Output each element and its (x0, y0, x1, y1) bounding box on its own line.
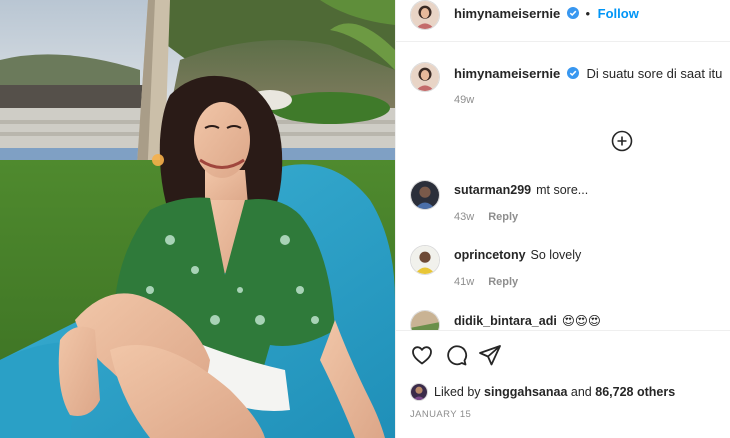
caption-age: 49w (454, 94, 475, 106)
likes-and: and (570, 385, 592, 399)
comment-username[interactable]: didik_bintara_adi (454, 314, 557, 328)
caption-line: himynameisernie Di suatu sore di saat it… (454, 66, 722, 81)
liker-username[interactable]: singgahsanaa (484, 385, 567, 399)
comment-text: 😍😍😍 (561, 314, 601, 328)
comment-username[interactable]: oprincetony (454, 248, 526, 262)
comment-age: 43w (454, 211, 475, 223)
author-avatar[interactable] (410, 0, 440, 30)
caption-author-avatar[interactable] (410, 62, 440, 92)
likes-prefix: Liked by (434, 385, 481, 399)
post-caption: himynameisernie Di suatu sore di saat it… (396, 62, 730, 106)
plus-circle-icon[interactable] (611, 130, 633, 152)
comment-item: didik_bintara_adi 😍😍😍 (396, 310, 730, 330)
comment-line: oprincetony So lovely (454, 248, 581, 262)
verified-badge-icon (566, 67, 579, 79)
comment-username[interactable]: sutarman299 (454, 183, 531, 197)
comment-item: oprincetony So lovely 41w Reply (396, 245, 730, 295)
liker-avatar[interactable] (410, 383, 428, 401)
comment-meta: 43w Reply (454, 211, 518, 223)
section-divider (396, 330, 730, 331)
comment-meta: 41w Reply (454, 276, 518, 288)
comment-item: sutarman299 mt sore... 43w Reply (396, 180, 730, 230)
follow-button[interactable]: Follow (598, 6, 639, 21)
post-sidebar: himynameisernie • Follow himynameisernie… (395, 0, 730, 438)
header-line: himynameisernie • Follow (454, 6, 639, 21)
post-photo[interactable] (0, 0, 395, 438)
caption-username[interactable]: himynameisernie (454, 66, 560, 81)
commenter-avatar[interactable] (410, 310, 440, 330)
comment-line: didik_bintara_adi 😍😍😍 (454, 313, 601, 328)
comment-text: So lovely (530, 248, 582, 262)
author-username[interactable]: himynameisernie (454, 6, 560, 21)
post-header: himynameisernie • Follow (396, 0, 730, 42)
comment-line: sutarman299 mt sore... (454, 183, 588, 197)
likes-count[interactable]: 86,728 others (595, 385, 675, 399)
reply-button[interactable]: Reply (488, 276, 518, 288)
comment-icon[interactable] (444, 343, 468, 367)
post-date[interactable]: JANUARY 15 (410, 409, 471, 420)
share-icon[interactable] (478, 343, 502, 367)
comment-text: mt sore... (536, 183, 589, 197)
post-image (0, 0, 395, 438)
comment-age: 41w (454, 276, 475, 288)
likes-text: Liked by singgahsanaa and 86,728 others (434, 385, 675, 399)
separator-dot: • (585, 6, 591, 21)
verified-badge-icon (566, 7, 579, 19)
commenter-avatar[interactable] (410, 245, 440, 275)
caption-text: Di suatu sore di saat itu (586, 66, 723, 81)
heart-icon[interactable] (410, 343, 434, 367)
reply-button[interactable]: Reply (488, 211, 518, 223)
commenter-avatar[interactable] (410, 180, 440, 210)
